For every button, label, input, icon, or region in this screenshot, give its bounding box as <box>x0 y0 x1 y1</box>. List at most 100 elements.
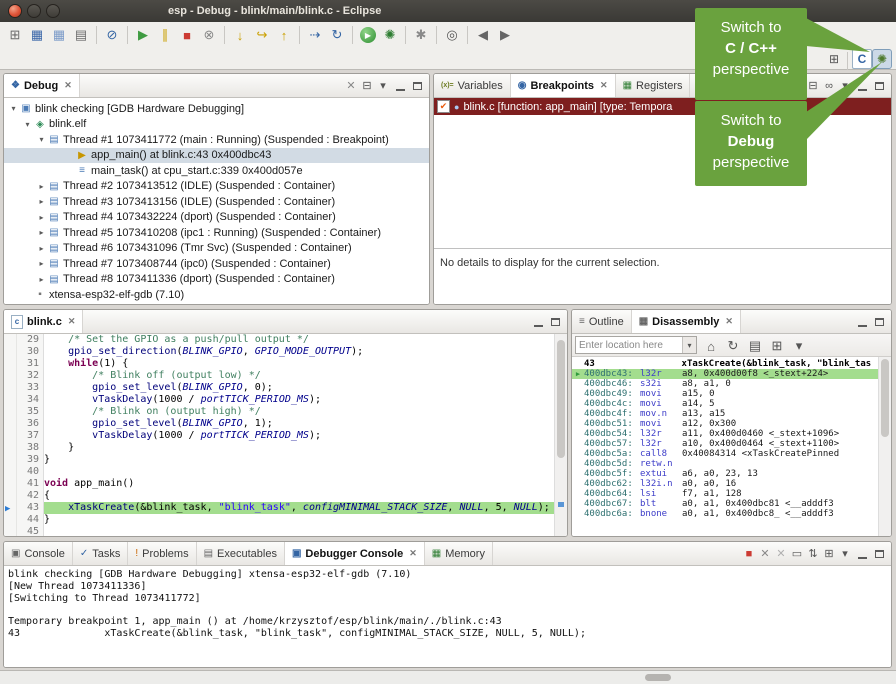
disassembly-row[interactable]: 400dbc57:l32ra10, 0x400d0464 <_stext+110… <box>572 439 879 449</box>
remove-all-launches-icon[interactable]: ✕ <box>773 546 789 562</box>
debug-tree-row[interactable]: ▸▤Thread #3 1073413156 (IDLE) (Suspended… <box>4 194 429 210</box>
tab-console[interactable]: ▣Console <box>4 542 73 565</box>
collapse-all-icon[interactable]: ⊟ <box>805 78 821 94</box>
drop-to-frame-button[interactable]: ↻ <box>326 24 348 46</box>
maximize-icon[interactable] <box>875 318 884 326</box>
external-tools-button[interactable]: ✱ <box>410 24 432 46</box>
breakpoints-list[interactable]: ✔ ● blink.c [function: app_main] [type: … <box>434 98 891 304</box>
show-source-icon[interactable]: ▤ <box>744 335 766 357</box>
view-menu-icon[interactable]: ▾ <box>837 78 853 94</box>
maximize-icon[interactable] <box>551 318 560 326</box>
tab-disassembly[interactable]: ▦Disassembly✕ <box>632 310 741 333</box>
save-all-button[interactable]: ▦ <box>48 24 70 46</box>
breakpoint-row[interactable]: ✔ ● blink.c [function: app_main] [type: … <box>434 98 891 115</box>
view-menu-icon[interactable]: ▾ <box>837 546 853 562</box>
tab-tasks[interactable]: ✓Tasks <box>73 542 129 565</box>
cpp-perspective-button[interactable]: C <box>852 49 872 69</box>
tab-problems[interactable]: !Problems <box>128 542 196 565</box>
disassembly-row[interactable]: 400dbc5f:extuia6, a0, 23, 13 <box>572 469 879 479</box>
disassembly-row[interactable]: 400dbc4c:movia14, 5 <box>572 399 879 409</box>
remove-launch-icon[interactable]: ✕ <box>757 546 773 562</box>
code-line[interactable]: { <box>44 490 567 502</box>
code-line[interactable]: } <box>44 514 567 526</box>
close-tab-icon[interactable]: ✕ <box>68 316 76 327</box>
print-button[interactable]: ▤ <box>70 24 92 46</box>
debug-tree-row[interactable]: ▸▤Thread #8 1073411336 (dport) (Suspende… <box>4 272 429 288</box>
link-with-debug-view-icon[interactable]: ∞ <box>821 78 837 94</box>
tab-executables[interactable]: ▤Executables <box>197 542 285 565</box>
tree-expander-icon[interactable]: ▸ <box>36 275 47 284</box>
step-over-button[interactable]: ↪ <box>251 24 273 46</box>
debug-tree-row[interactable]: ▶app_main() at blink.c:43 0x400dbc43 <box>4 148 429 164</box>
refresh-icon[interactable]: ↻ <box>722 335 744 357</box>
close-tab-icon[interactable]: ✕ <box>600 80 608 91</box>
disassembly-source-row[interactable]: 43 xTaskCreate(&blink_task, "blink_tas <box>572 359 879 369</box>
close-tab-icon[interactable]: ✕ <box>725 316 733 327</box>
tree-expander-icon[interactable]: ▸ <box>36 228 47 237</box>
tree-expander-icon[interactable]: ▸ <box>36 213 47 222</box>
debug-tree-row[interactable]: ▸▤Thread #7 1073408744 (ipc0) (Suspended… <box>4 256 429 272</box>
minimize-icon[interactable] <box>396 81 405 91</box>
debug-tree-row[interactable]: ▾▣blink checking [GDB Hardware Debugging… <box>4 101 429 117</box>
tree-expander-icon[interactable]: ▸ <box>36 244 47 253</box>
new-wizard-button[interactable]: ⊞ <box>4 24 26 46</box>
sync-selection-icon[interactable]: ⊞ <box>766 335 788 357</box>
tab-breakpoints[interactable]: ◉Breakpoints✕ <box>511 74 616 97</box>
location-input[interactable] <box>576 340 682 351</box>
debug-tree-row[interactable]: ▪xtensa-esp32-elf-gdb (7.10) <box>4 287 429 303</box>
tab-outline[interactable]: ≡Outline <box>572 310 632 333</box>
tree-expander-icon[interactable]: ▸ <box>36 182 47 191</box>
disassembly-listing[interactable]: 43 xTaskCreate(&blink_task, "blink_tas▶4… <box>572 359 879 519</box>
location-combo[interactable]: ▾ <box>575 336 697 354</box>
minimize-icon[interactable] <box>534 317 543 327</box>
goto-pc-icon[interactable]: ⌂ <box>700 335 722 357</box>
tab-debug[interactable]: ❖Debug✕ <box>4 74 80 97</box>
debug-tree-row[interactable]: ▸▤Thread #4 1073432224 (dport) (Suspende… <box>4 210 429 226</box>
code-line[interactable]: /* Set the GPIO as a push/pull output */ <box>44 334 567 346</box>
terminate-icon[interactable]: ■ <box>741 546 757 562</box>
maximize-icon[interactable] <box>875 550 884 558</box>
code-line[interactable] <box>44 526 567 536</box>
disassembly-row[interactable]: 400dbc4f:mov.na13, a15 <box>572 409 879 419</box>
maximize-button[interactable] <box>46 4 60 18</box>
disassembly-scrollbar[interactable] <box>878 357 891 536</box>
open-perspective-button[interactable]: ⊞ <box>825 50 843 68</box>
disassembly-row[interactable]: 400dbc46:s32ia8, a1, 0 <box>572 379 879 389</box>
step-into-button[interactable]: ↓ <box>229 24 251 46</box>
minimize-button[interactable] <box>27 4 41 18</box>
debug-tree-row[interactable]: ▸▤Thread #6 1073431096 (Tmr Svc) (Suspen… <box>4 241 429 257</box>
tree-expander-icon[interactable]: ▾ <box>8 104 19 113</box>
debug-tree-row[interactable]: ▾▤Thread #1 1073411772 (main : Running) … <box>4 132 429 148</box>
code-line[interactable]: /* Blink off (output low) */ <box>44 370 567 382</box>
tree-expander-icon[interactable]: ▸ <box>36 197 47 206</box>
search-button[interactable]: ◎ <box>441 24 463 46</box>
editor-code[interactable]: /* Set the GPIO as a push/pull output */… <box>44 334 567 536</box>
maximize-icon[interactable] <box>875 82 884 90</box>
code-line[interactable]: xTaskCreate(&blink_task, "blink_task", c… <box>44 502 567 514</box>
breakpoint-checkbox[interactable]: ✔ <box>437 100 450 113</box>
disassembly-row[interactable]: 400dbc51:movia12, 0x300 <box>572 419 879 429</box>
code-line[interactable]: vTaskDelay(1000 / portTICK_PERIOD_MS); <box>44 430 567 442</box>
instruction-stepping-button[interactable]: ⇢ <box>304 24 326 46</box>
disassembly-row[interactable]: ▶400dbc43:l32ra8, 0x400d00f8 <_stext+224… <box>572 369 879 379</box>
console-output[interactable]: blink checking [GDB Hardware Debugging] … <box>4 566 891 667</box>
disassembly-row[interactable]: 400dbc64:lsif7, a1, 128 <box>572 489 879 499</box>
tab-variables[interactable]: (x)=Variables <box>434 74 511 97</box>
code-line[interactable]: while(1) { <box>44 358 567 370</box>
suspend-button[interactable]: ∥ <box>154 24 176 46</box>
code-line[interactable]: gpio_set_level(BLINK_GPIO, 1); <box>44 418 567 430</box>
disconnect-button[interactable]: ⊗ <box>198 24 220 46</box>
clear-console-icon[interactable]: ▭ <box>789 546 805 562</box>
code-line[interactable]: } <box>44 442 567 454</box>
code-line[interactable]: void app_main() <box>44 478 567 490</box>
code-line[interactable]: } <box>44 454 567 466</box>
forward-button[interactable]: ▶ <box>494 24 516 46</box>
view-menu-icon[interactable]: ▾ <box>788 335 810 357</box>
maximize-icon[interactable] <box>413 82 422 90</box>
code-line[interactable]: gpio_set_level(BLINK_GPIO, 0); <box>44 382 567 394</box>
run-button[interactable]: ▶ <box>360 27 376 43</box>
editor-marker-gutter[interactable]: ▶ <box>4 334 17 536</box>
debug-tree-row[interactable]: ▸▤Thread #2 1073413512 (IDLE) (Suspended… <box>4 179 429 195</box>
debug-button[interactable]: ✺ <box>379 24 401 46</box>
code-line[interactable]: gpio_set_direction(BLINK_GPIO, GPIO_MODE… <box>44 346 567 358</box>
